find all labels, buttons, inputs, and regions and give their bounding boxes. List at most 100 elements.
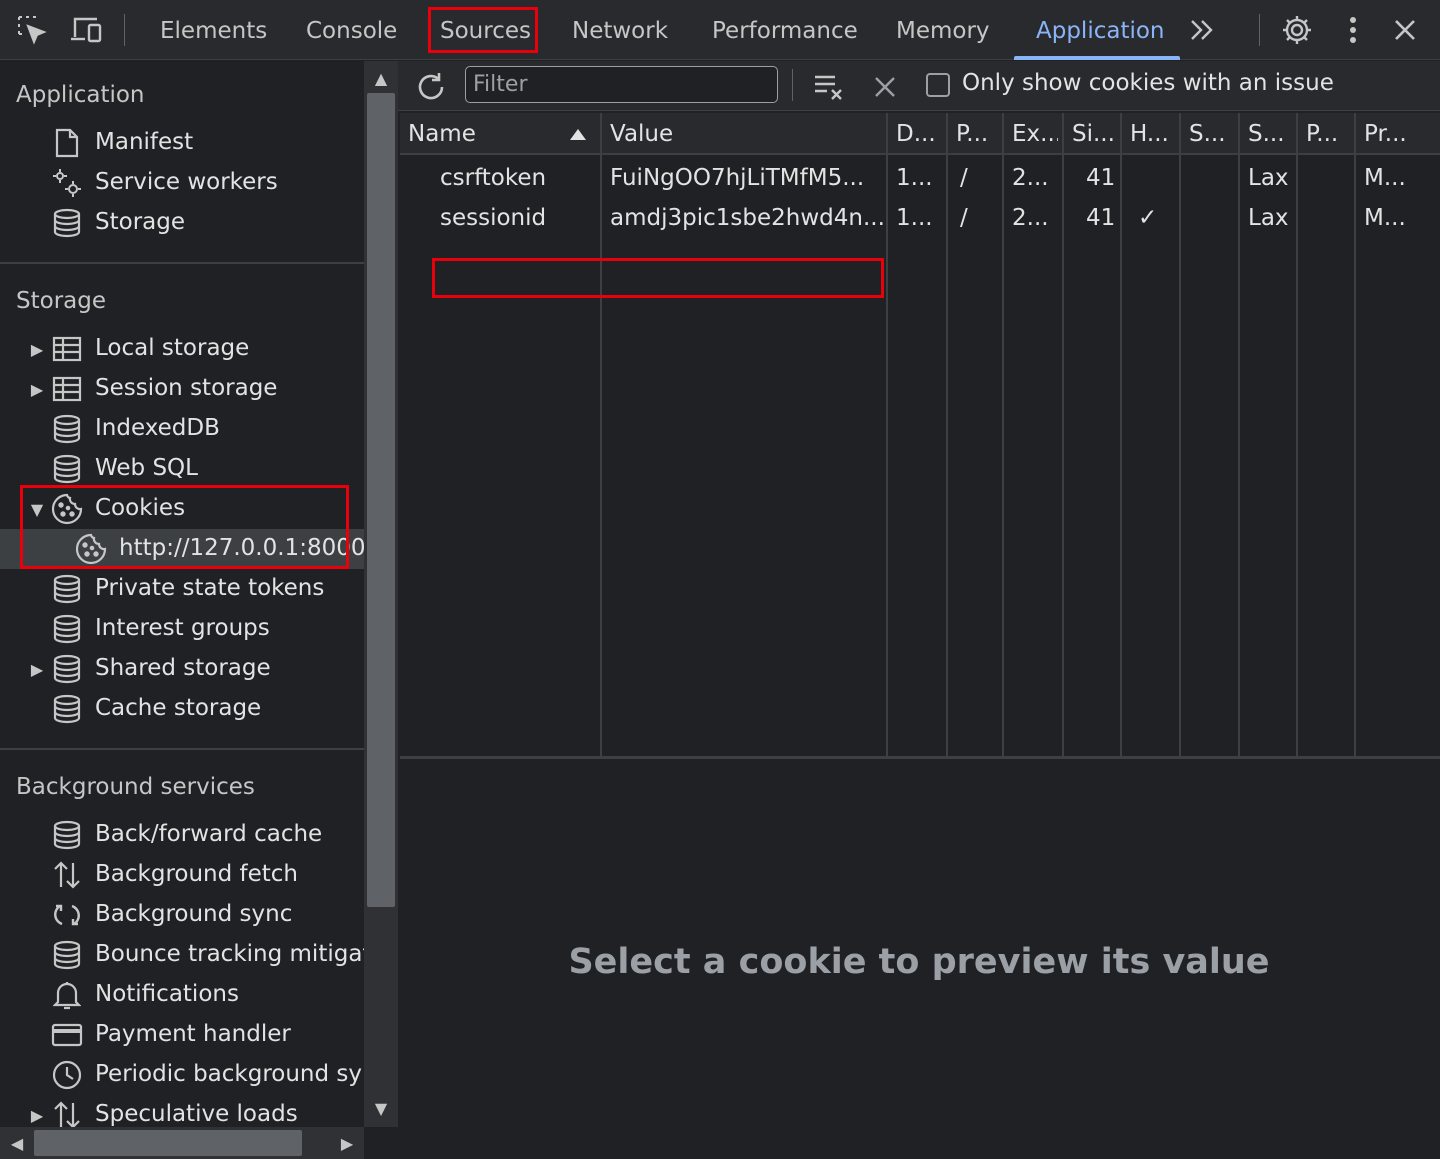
sidebar-item-label: Payment handler <box>95 1021 291 1047</box>
sidebar-item-indexeddb[interactable]: IndexedDB <box>0 409 364 449</box>
sidebar-item-payment-handler[interactable]: Payment handler <box>0 1015 364 1055</box>
expand-arrow-icon[interactable]: ▶ <box>30 1105 44 1125</box>
sidebar-item-periodic-background-sync[interactable]: Periodic background sync <box>0 1055 364 1095</box>
preview-placeholder-message: Select a cookie to preview its value <box>568 942 1270 982</box>
section-title-application: Application <box>16 82 145 108</box>
sidebar-item-cookie-origin[interactable]: http://127.0.0.1:8000 <box>0 529 364 569</box>
sidebar-item-bounce-tracking[interactable]: Bounce tracking mitigations <box>0 935 364 975</box>
cookies-panel: Only show cookies with an issue Name Valu… <box>398 61 1440 1159</box>
table-cell: amdj3pic1sbe2hwd4n... <box>610 205 884 231</box>
table-cell <box>1306 157 1352 197</box>
sidebar-item-notifications[interactable]: Notifications <box>0 975 364 1015</box>
sidebar-item-speculative-loads[interactable]: ▶ Speculative loads <box>0 1095 364 1127</box>
sidebar-item-label: Cache storage <box>95 695 262 721</box>
table-cell: M... <box>1364 205 1406 231</box>
column-header[interactable]: Value <box>610 113 882 153</box>
table-row[interactable]: csrftoken FuiNgOO7hjLiTMfM5... 1... / 2... 41… <box>400 157 1440 197</box>
close-icon[interactable] <box>1387 12 1423 48</box>
column-header[interactable]: S... <box>1189 113 1234 153</box>
sidebar-item-back-forward-cache[interactable]: Back/forward cache <box>0 815 364 855</box>
bell-icon <box>51 979 83 1011</box>
sidebar-item-service-workers[interactable]: Service workers <box>0 163 364 203</box>
clear-filtered-cookies-icon[interactable] <box>809 67 849 107</box>
sidebar-item-label: Bounce tracking mitigations <box>95 941 364 967</box>
refresh-icon[interactable] <box>411 67 451 107</box>
sidebar-horizontal-scrollbar[interactable]: ◀ ▶ <box>0 1127 364 1159</box>
sidebar-vertical-scrollbar[interactable]: ▲ ▼ <box>364 61 398 1127</box>
sidebar-item-shared-storage[interactable]: ▶ Shared storage <box>0 649 364 689</box>
sidebar-item-label: Background fetch <box>95 861 299 887</box>
clear-all-cookies-icon[interactable] <box>865 67 905 107</box>
device-toolbar-icon[interactable] <box>68 12 104 48</box>
table-row[interactable]: sessionid amdj3pic1sbe2hwd4n... 1... / 2... 4… <box>400 197 1440 237</box>
sidebar-item-label: http://127.0.0.1:8000 <box>119 535 364 561</box>
column-header[interactable]: S... <box>1248 113 1292 153</box>
column-header[interactable]: Ex... <box>1012 113 1058 153</box>
column-header[interactable]: Name <box>408 113 596 153</box>
scrollbar-thumb[interactable] <box>367 93 395 907</box>
column-header[interactable]: Pr... <box>1364 113 1436 153</box>
sidebar-item-label: Session storage <box>95 375 278 401</box>
tab-network[interactable]: Network <box>572 0 668 60</box>
table-cell: 41 <box>1086 205 1116 231</box>
sidebar-item-label: Local storage <box>95 335 250 361</box>
sidebar-item-cookies[interactable]: ▼ Cookies <box>0 489 364 529</box>
collapse-arrow-icon[interactable]: ▼ <box>30 499 44 519</box>
sidebar-item-private-state-tokens[interactable]: Private state tokens <box>0 569 364 609</box>
tab-console[interactable]: Console <box>306 0 397 60</box>
scroll-left-arrow-icon[interactable]: ◀ <box>2 1127 32 1159</box>
expand-arrow-icon[interactable]: ▶ <box>30 339 44 359</box>
filter-input[interactable] <box>465 66 778 103</box>
tab-performance[interactable]: Performance <box>712 0 858 60</box>
sidebar-item-interest-groups[interactable]: Interest groups <box>0 609 364 649</box>
clock-icon <box>51 1059 83 1091</box>
database-icon <box>51 613 83 645</box>
scroll-right-arrow-icon[interactable]: ▶ <box>332 1127 362 1159</box>
sidebar-item-storage[interactable]: Storage <box>0 203 364 243</box>
scrollbar-thumb[interactable] <box>34 1130 302 1156</box>
sidebar-item-label: Web SQL <box>95 455 198 481</box>
scrollbar-corner <box>364 1127 398 1159</box>
table-cell <box>1306 197 1352 237</box>
sidebar-item-label: Notifications <box>95 981 239 1007</box>
cookie-preview-pane: Select a cookie to preview its value <box>398 762 1440 1159</box>
tab-application[interactable]: Application <box>1036 0 1165 60</box>
column-header[interactable]: P... <box>1306 113 1350 153</box>
sidebar-item-background-fetch[interactable]: Background fetch <box>0 855 364 895</box>
settings-icon[interactable] <box>1279 12 1315 48</box>
table-cell: csrftoken <box>440 165 547 191</box>
expand-arrow-icon[interactable]: ▶ <box>30 379 44 399</box>
column-header[interactable]: Si... <box>1072 113 1116 153</box>
expand-arrow-icon[interactable]: ▶ <box>30 659 44 679</box>
table-cell <box>1138 157 1177 197</box>
sidebar-item-background-sync[interactable]: Background sync <box>0 895 364 935</box>
only-issues-checkbox[interactable] <box>926 73 950 97</box>
devtools-tab-bar: Elements Console Sources Network Perform… <box>0 0 1440 60</box>
sidebar-item-label: Back/forward cache <box>95 821 323 847</box>
more-options-icon[interactable] <box>1335 12 1371 48</box>
sessionid-row-highlight <box>432 258 884 298</box>
table-cell: 2... <box>1012 165 1049 191</box>
column-header[interactable]: H... <box>1130 113 1175 153</box>
sidebar-item-cache-storage[interactable]: Cache storage <box>0 689 364 729</box>
column-header[interactable]: D... <box>896 113 942 153</box>
column-header[interactable]: P... <box>956 113 998 153</box>
tab-sources[interactable]: Sources <box>440 0 531 60</box>
more-tabs-icon[interactable] <box>1184 12 1220 48</box>
sidebar-item-session-storage[interactable]: ▶ Session storage <box>0 369 364 409</box>
section-divider <box>0 262 364 264</box>
tab-elements[interactable]: Elements <box>160 0 267 60</box>
scroll-down-arrow-icon[interactable]: ▼ <box>364 1093 398 1123</box>
table-cell: 2... <box>1012 205 1049 231</box>
sidebar-item-local-storage[interactable]: ▶ Local storage <box>0 329 364 369</box>
sidebar-item-label: Speculative loads <box>95 1101 298 1127</box>
scroll-up-arrow-icon[interactable]: ▲ <box>364 63 398 93</box>
only-issues-label[interactable]: Only show cookies with an issue <box>962 70 1334 96</box>
sidebar-item-manifest[interactable]: Manifest <box>0 123 364 163</box>
inspect-element-icon[interactable] <box>14 12 50 48</box>
table-cell: FuiNgOO7hjLiTMfM5... <box>610 165 865 191</box>
cookie-icon <box>51 493 83 525</box>
tab-memory[interactable]: Memory <box>896 0 990 60</box>
sidebar-item-web-sql[interactable]: Web SQL <box>0 449 364 489</box>
gears-icon <box>51 167 83 199</box>
